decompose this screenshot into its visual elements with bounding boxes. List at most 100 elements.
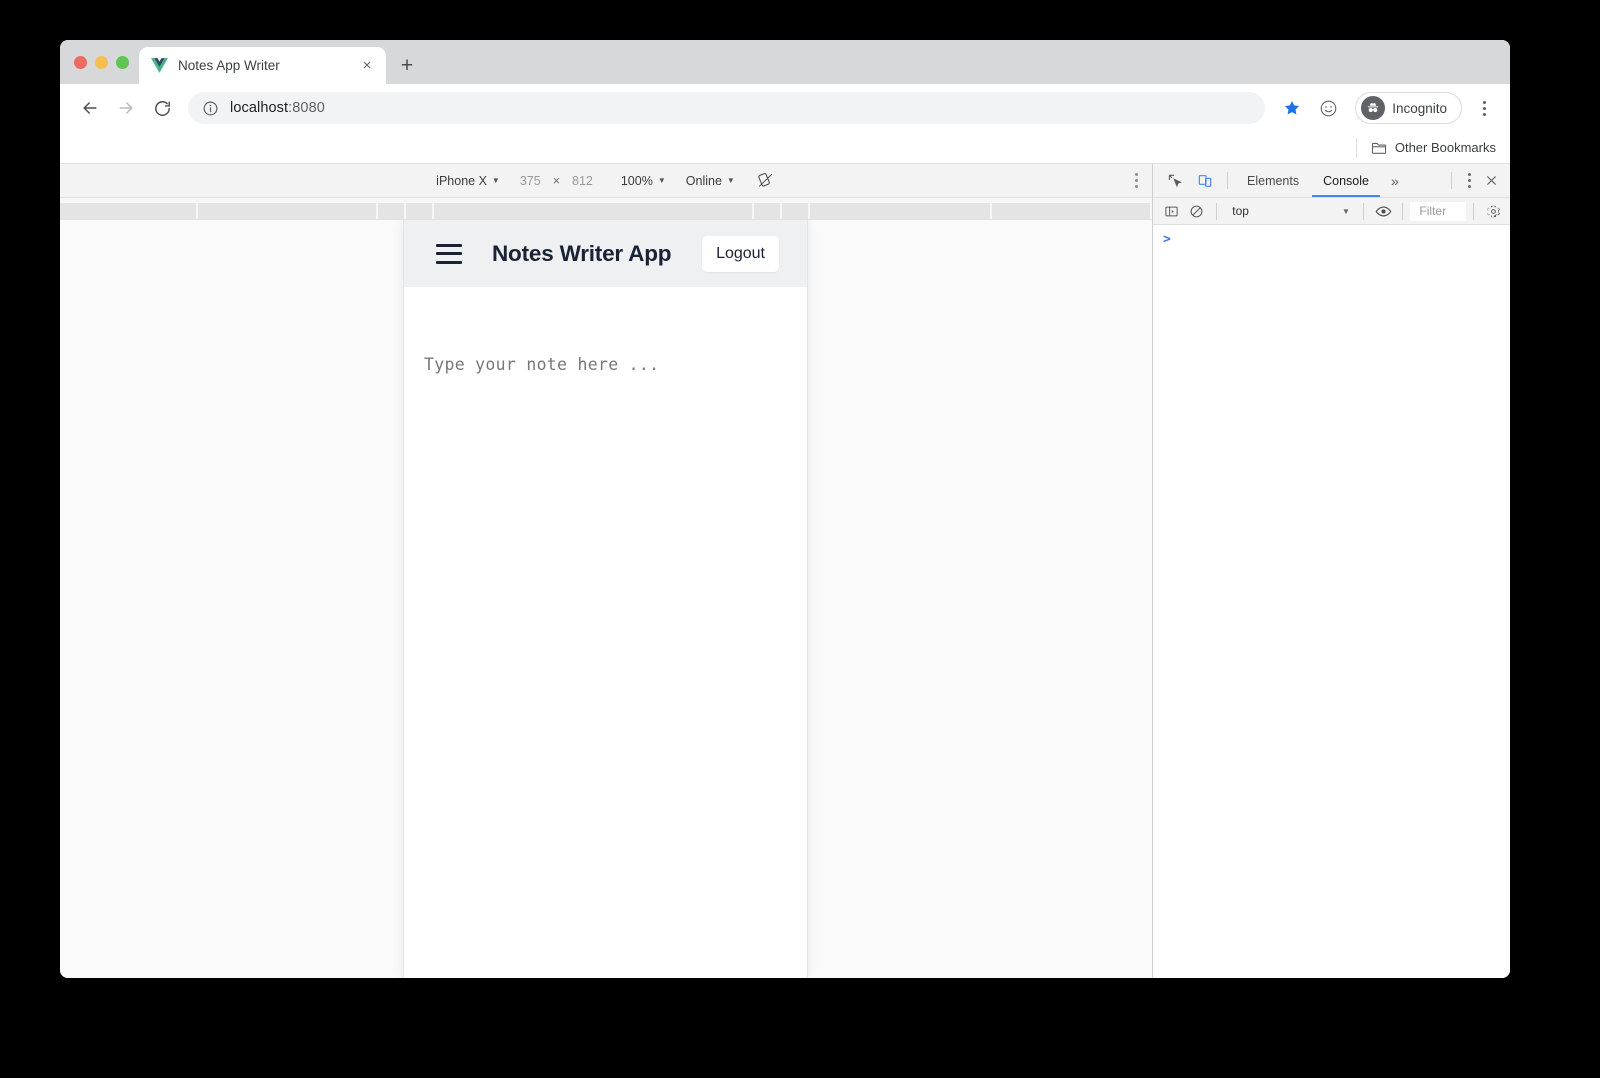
- media-query-segment[interactable]: [810, 203, 990, 219]
- sidebar-icon: [1165, 206, 1178, 216]
- phone-viewport: Notes Writer App Logout Type your note h…: [404, 220, 807, 978]
- throttling-select[interactable]: Online ▼: [676, 174, 745, 188]
- tab-elements[interactable]: Elements: [1236, 164, 1310, 197]
- incognito-label: Incognito: [1392, 100, 1447, 116]
- app-title: Notes Writer App: [492, 240, 672, 266]
- media-query-segment[interactable]: [434, 203, 752, 219]
- dimension-separator-icon: ×: [552, 173, 560, 188]
- url-text: localhost:8080: [230, 100, 325, 116]
- window-traffic-lights: [72, 40, 139, 84]
- viewport-height-input[interactable]: 812: [562, 174, 603, 188]
- media-query-segment[interactable]: [406, 203, 432, 219]
- divider: [1227, 172, 1228, 189]
- device-toolbar-icon: [1198, 174, 1212, 187]
- note-editor[interactable]: Type your note here ...: [404, 287, 807, 978]
- tab-console[interactable]: Console: [1312, 164, 1380, 197]
- media-query-segment[interactable]: [992, 203, 1150, 219]
- device-viewport-area: Notes Writer App Logout Type your note h…: [60, 220, 1152, 978]
- devtools-menu-button[interactable]: [1460, 173, 1479, 188]
- console-prompt-icon: >: [1163, 232, 1171, 247]
- media-query-segment[interactable]: [754, 203, 780, 219]
- inspect-element-button[interactable]: [1161, 168, 1189, 194]
- console-prompt-row[interactable]: >: [1153, 231, 1510, 249]
- kebab-dot: [1468, 179, 1471, 182]
- browser-menu-button[interactable]: [1470, 92, 1498, 124]
- clear-console-button[interactable]: [1185, 200, 1210, 222]
- device-select[interactable]: iPhone X ▼: [426, 174, 510, 188]
- console-message-list[interactable]: >: [1153, 225, 1510, 978]
- app-header: Notes Writer App Logout: [404, 220, 807, 287]
- kebab-dot: [1482, 106, 1486, 110]
- chevron-down-icon: ▼: [726, 176, 735, 185]
- url-port: :8080: [288, 100, 325, 116]
- tab-strip: Notes App Writer × +: [60, 40, 1510, 84]
- console-settings-button[interactable]: [1481, 200, 1506, 222]
- devtools-close-button[interactable]: [1481, 174, 1504, 187]
- content-area: iPhone X ▼ 375 × 812 100% ▼ Online ▼ Not…: [60, 164, 1510, 978]
- media-query-segment[interactable]: [60, 203, 196, 219]
- browser-tab[interactable]: Notes App Writer ×: [139, 47, 386, 84]
- reload-button[interactable]: [146, 92, 178, 124]
- throttling-select-value: Online: [685, 173, 722, 188]
- device-emulation-pane: iPhone X ▼ 375 × 812 100% ▼ Online ▼ Not…: [60, 164, 1153, 978]
- device-toolbar-menu-button[interactable]: [1135, 173, 1138, 188]
- live-expression-button[interactable]: [1371, 200, 1396, 222]
- incognito-avatar: [1361, 96, 1386, 120]
- star-icon: [1285, 100, 1300, 115]
- kebab-dot: [1482, 100, 1486, 104]
- address-bar[interactable]: localhost:8080: [188, 92, 1266, 124]
- zoom-select-value: 100%: [620, 173, 653, 188]
- hamburger-menu-icon[interactable]: [436, 243, 462, 264]
- note-placeholder: Type your note here ...: [424, 355, 660, 374]
- media-query-segment[interactable]: [782, 203, 808, 219]
- bookmark-star-button[interactable]: [1277, 93, 1307, 123]
- other-bookmarks-button[interactable]: Other Bookmarks: [1355, 137, 1496, 158]
- bookmarks-bar: Other Bookmarks: [60, 132, 1510, 164]
- divider: [1362, 202, 1364, 220]
- logout-button[interactable]: Logout: [702, 235, 779, 272]
- close-icon: [1487, 176, 1496, 185]
- kebab-dot: [1468, 173, 1471, 176]
- hamburger-bar: [436, 260, 462, 264]
- folder-icon: [1371, 142, 1386, 154]
- rotate-device-button[interactable]: [745, 172, 786, 189]
- device-toolbar-controls: iPhone X ▼ 375 × 812 100% ▼ Online ▼: [60, 172, 1152, 189]
- media-query-segment[interactable]: [198, 203, 376, 219]
- site-info-icon[interactable]: [202, 100, 219, 117]
- minimize-window-button[interactable]: [95, 55, 108, 69]
- zoom-select[interactable]: 100% ▼: [603, 174, 676, 188]
- maximize-window-button[interactable]: [116, 55, 129, 69]
- reload-icon: [154, 100, 170, 116]
- console-toolbar: top ▼ Filter: [1153, 198, 1510, 225]
- close-window-button[interactable]: [74, 55, 87, 69]
- chevron-down-icon: ▼: [1341, 206, 1350, 216]
- chevron-down-icon: ▼: [491, 176, 500, 185]
- back-button[interactable]: [74, 92, 106, 124]
- media-query-segment[interactable]: [378, 203, 404, 219]
- devtools-pane: Elements Console » top ▼ Filter >: [1153, 164, 1510, 978]
- clear-console-icon: [1191, 205, 1203, 217]
- kebab-dot: [1482, 112, 1486, 116]
- browser-window: Notes App Writer × + localhost:8080 Inco…: [60, 40, 1510, 978]
- hamburger-bar: [436, 252, 462, 255]
- divider: [1402, 202, 1404, 220]
- new-tab-button[interactable]: +: [392, 47, 422, 84]
- eye-icon: [1375, 206, 1392, 216]
- profile-button[interactable]: [1311, 91, 1345, 125]
- viewport-width-input[interactable]: 375: [510, 174, 551, 188]
- toggle-device-toolbar-button[interactable]: [1191, 168, 1219, 194]
- hamburger-bar: [436, 243, 462, 247]
- divider: [1451, 172, 1452, 189]
- browser-toolbar: localhost:8080 Incognito: [60, 84, 1510, 132]
- more-panels-button[interactable]: »: [1382, 173, 1408, 189]
- console-filter-input[interactable]: Filter: [1410, 201, 1467, 221]
- tab-close-icon[interactable]: ×: [358, 57, 376, 75]
- console-sidebar-toggle-button[interactable]: [1159, 200, 1184, 222]
- console-context-select[interactable]: top ▼: [1224, 201, 1356, 221]
- forward-button[interactable]: [110, 92, 142, 124]
- media-query-ruler[interactable]: [60, 198, 1152, 220]
- incognito-indicator[interactable]: Incognito: [1355, 92, 1462, 124]
- kebab-dot: [1135, 179, 1138, 182]
- rotate-icon: [758, 173, 773, 187]
- kebab-dot: [1468, 185, 1471, 188]
